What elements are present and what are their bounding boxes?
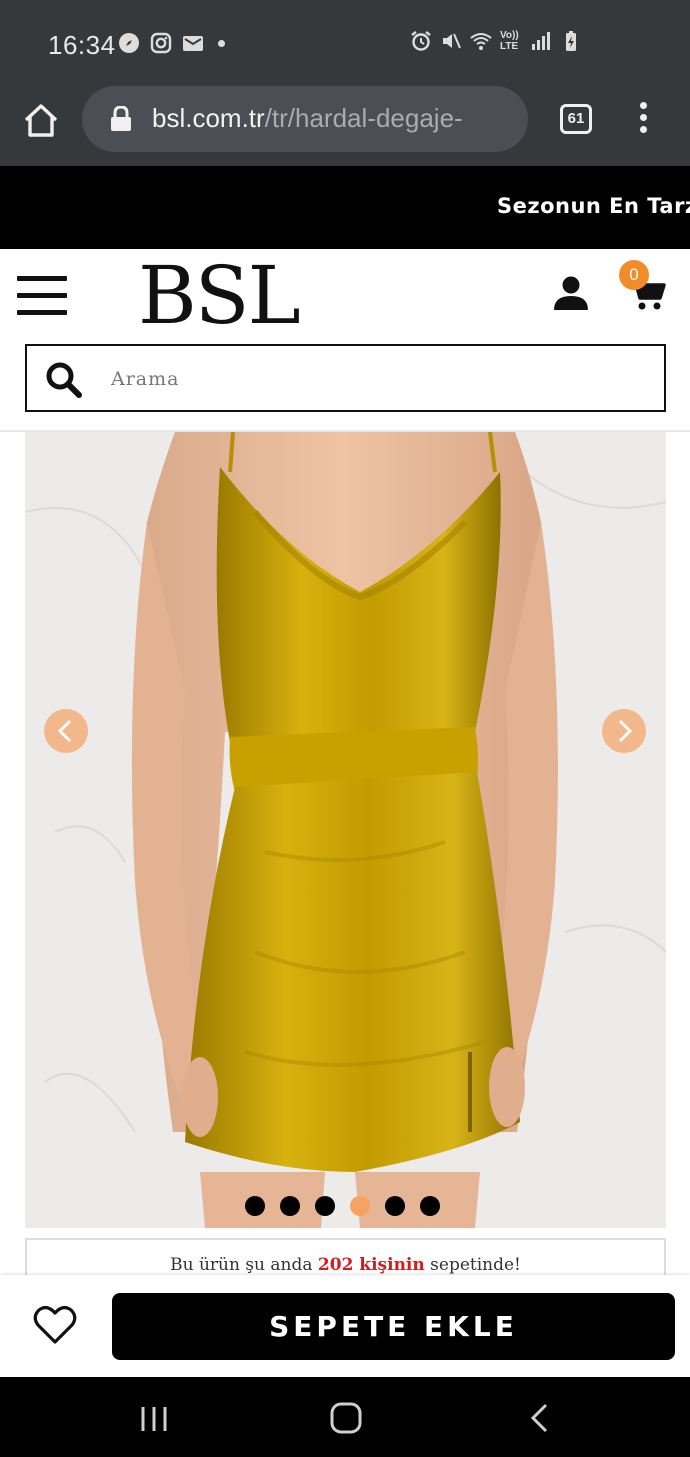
wifi-icon (470, 33, 492, 50)
mail-icon (183, 36, 203, 51)
promo-text: Sezonun En Tarz (497, 194, 690, 218)
carousel-dots (245, 1196, 440, 1216)
url-domain: bsl.com.tr (152, 103, 265, 133)
site-header: BSL 0 (0, 249, 690, 344)
product-photo (25, 432, 666, 1228)
add-to-cart-button[interactable]: SEPETE EKLE (112, 1293, 675, 1360)
carousel-dot-6[interactable] (420, 1196, 440, 1216)
hamburger-menu-icon[interactable] (17, 276, 67, 316)
signal-icon (532, 32, 550, 50)
carousel-dot-5[interactable] (385, 1196, 405, 1216)
notification-dot (218, 39, 225, 47)
url-path: /tr/hardal-degaje- (264, 103, 463, 133)
carousel-dot-2[interactable] (280, 1196, 300, 1216)
back-icon[interactable] (528, 1403, 552, 1433)
carousel-dot-3[interactable] (315, 1196, 335, 1216)
chevron-left-icon (57, 719, 72, 743)
battery-icon (566, 31, 576, 51)
notice-count: 202 kişinin (317, 1255, 425, 1275)
volte-icon: Vo)) LTE (500, 30, 519, 52)
site-logo[interactable]: BSL (138, 251, 301, 341)
url-text: bsl.com.tr/tr/hardal-degaje- (152, 103, 463, 134)
carousel-dot-4[interactable] (350, 1196, 370, 1216)
mute-icon (443, 33, 461, 49)
carousel-prev-button[interactable] (44, 709, 88, 753)
notice-prefix: Bu ürün şu anda (170, 1255, 313, 1275)
search-box (25, 344, 666, 412)
system-navigation-bar (0, 1377, 690, 1457)
add-to-cart-bar: SEPETE EKLE (0, 1275, 690, 1377)
instagram-icon (150, 32, 172, 54)
chevron-right-icon (618, 719, 633, 743)
promo-banner: Sezonun En Tarz (0, 166, 690, 249)
tab-switcher-button[interactable]: 61 (560, 104, 592, 134)
address-bar[interactable]: bsl.com.tr/tr/hardal-degaje- (82, 86, 528, 152)
user-icon[interactable] (552, 275, 590, 311)
home-nav-icon[interactable] (330, 1402, 362, 1434)
status-right-icons: Vo)) LTE (410, 30, 582, 52)
browser-menu-button[interactable] (636, 102, 650, 138)
alarm-icon (411, 31, 431, 51)
product-image-carousel[interactable] (25, 432, 666, 1228)
home-icon[interactable] (22, 102, 60, 140)
recent-apps-icon[interactable] (140, 1405, 168, 1433)
status-time: 16:34 (48, 30, 116, 60)
status-bar: 16:34 Vo)) LTE (0, 0, 690, 86)
notice-suffix: sepetinde! (430, 1255, 521, 1275)
status-left-icons (118, 32, 225, 54)
carousel-next-button[interactable] (602, 709, 646, 753)
browser-toolbar: bsl.com.tr/tr/hardal-degaje- 61 (0, 86, 690, 166)
carousel-dot-1[interactable] (245, 1196, 265, 1216)
search-input[interactable] (111, 364, 631, 394)
lock-icon (111, 106, 131, 131)
compass-icon (119, 33, 139, 53)
heart-icon[interactable] (33, 1305, 77, 1345)
cart-count-badge: 0 (619, 260, 649, 290)
search-icon[interactable] (45, 361, 83, 399)
